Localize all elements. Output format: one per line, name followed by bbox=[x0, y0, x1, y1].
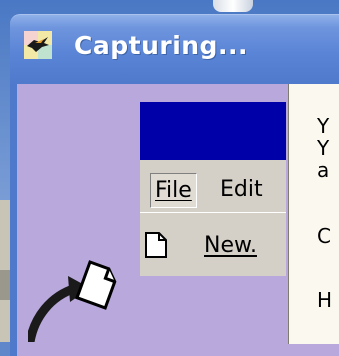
menu-edit[interactable]: Edit bbox=[220, 177, 263, 202]
window-title: Capturing... bbox=[74, 31, 248, 60]
new-document-icon bbox=[144, 231, 168, 259]
preview-menubar: File Edit bbox=[140, 160, 286, 212]
file-dropdown-menu: New. bbox=[140, 212, 286, 277]
help-text-panel: Y Y a C H bbox=[288, 84, 339, 344]
window-frame-left bbox=[10, 84, 17, 356]
preview-lower-area bbox=[140, 276, 286, 342]
menu-file[interactable]: File bbox=[150, 173, 197, 208]
preview-window-titlebar bbox=[140, 102, 286, 160]
help-line-5: H bbox=[317, 288, 333, 312]
menu-item-new[interactable]: New. bbox=[204, 233, 257, 258]
desktop-icon-fragment bbox=[213, 0, 253, 12]
help-line-3: a bbox=[317, 158, 330, 182]
help-line-4: C bbox=[317, 224, 331, 248]
curved-arrow-icon bbox=[28, 260, 117, 342]
window-titlebar[interactable]: Capturing... bbox=[10, 14, 339, 85]
capture-app-icon bbox=[24, 31, 52, 59]
help-line-2: Y bbox=[317, 136, 330, 160]
help-line-1: Y bbox=[317, 114, 330, 138]
